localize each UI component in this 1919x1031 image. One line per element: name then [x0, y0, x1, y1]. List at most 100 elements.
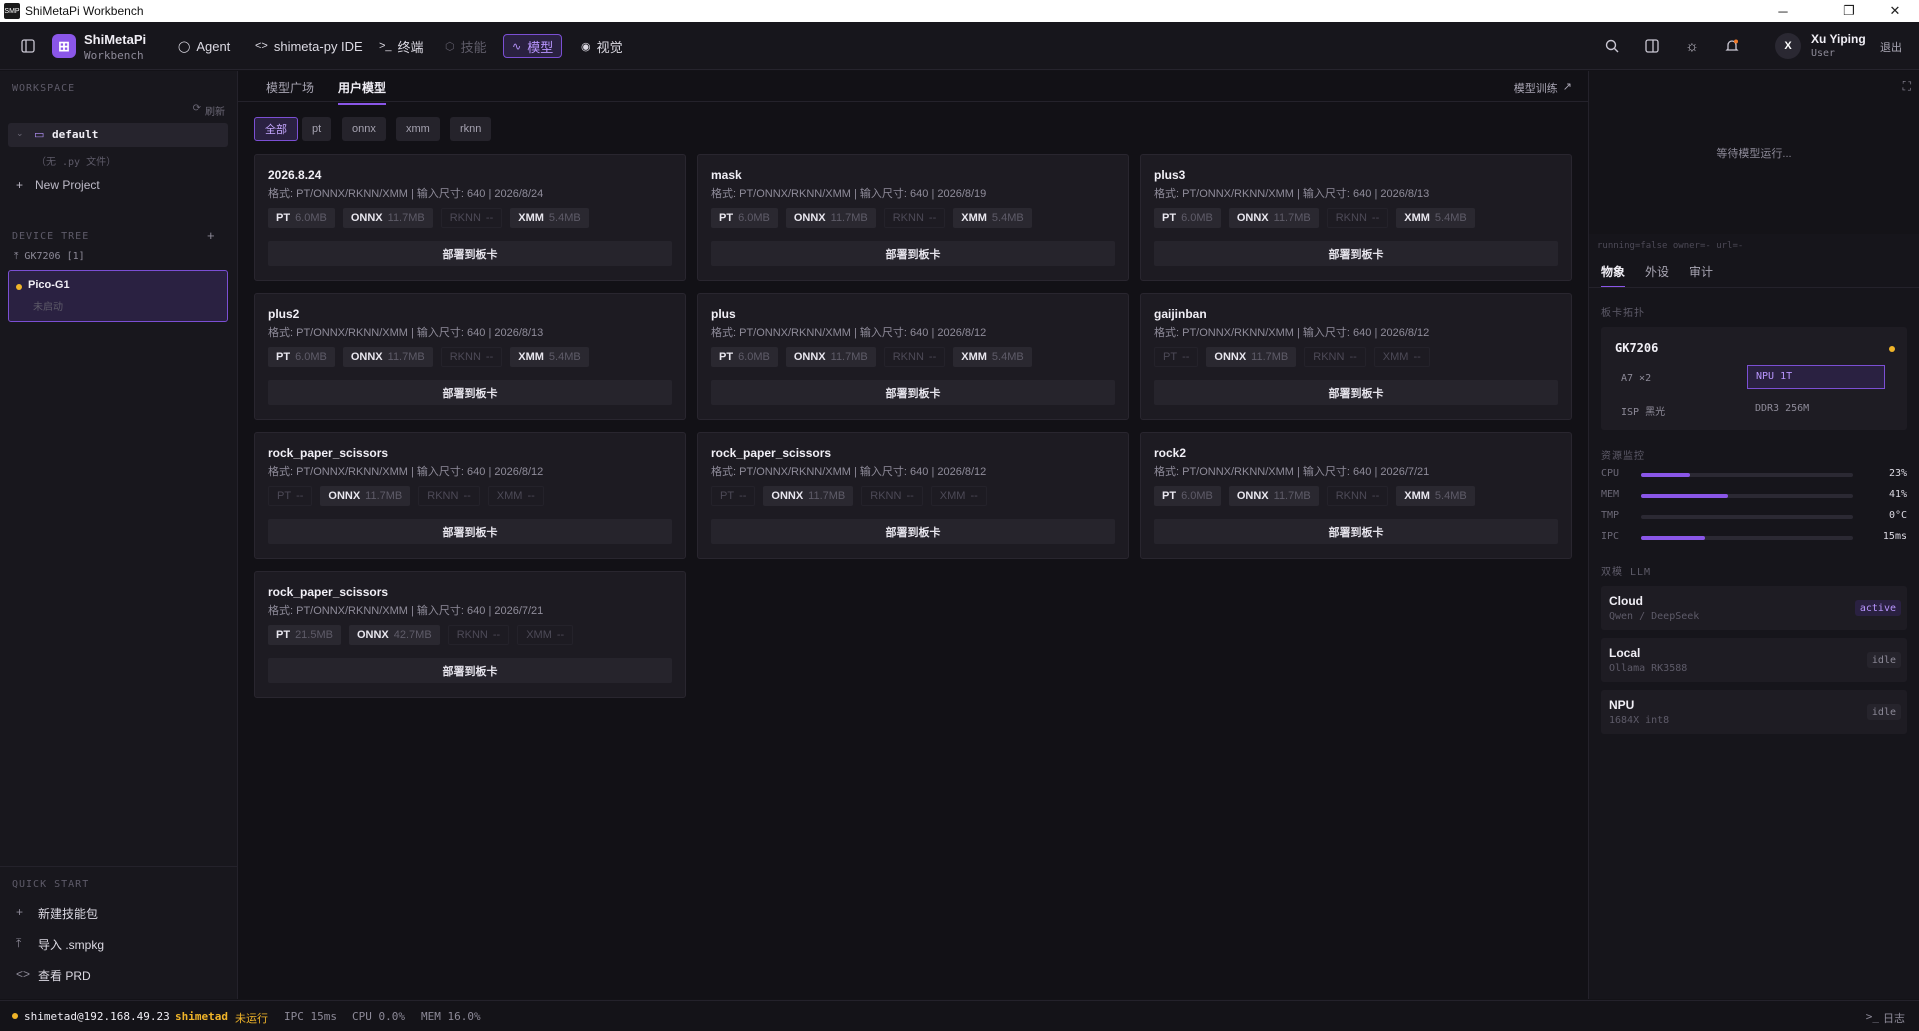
- deploy-to-board-button[interactable]: 部署到板卡: [268, 380, 672, 405]
- meter-label: TMP: [1601, 510, 1620, 521]
- format-badge-rknn: RKNN --: [861, 486, 923, 506]
- panel-toggle-icon[interactable]: [1640, 34, 1664, 58]
- format-size: --: [463, 490, 471, 502]
- notification-bell-icon[interactable]: [1720, 34, 1744, 58]
- llm-desc: Qwen / DeepSeek: [1609, 611, 1700, 622]
- device-name: Pico-G1: [28, 279, 70, 291]
- app-icon: SMP: [4, 3, 20, 19]
- import-smpkg-button[interactable]: ⤒ 导入 .smpkg: [16, 936, 104, 953]
- llm-status-badge: active: [1854, 600, 1901, 616]
- model-train-link[interactable]: 模型训练 ↗: [1514, 80, 1572, 96]
- meter-fill: [1641, 536, 1705, 540]
- activity-icon: ∿: [512, 40, 522, 53]
- nav-terminal[interactable]: >_ 终端: [371, 34, 432, 58]
- meter-ipc: IPC 15ms: [1601, 531, 1907, 545]
- dual-llm-title: 双模 LLM: [1601, 567, 1652, 578]
- deploy-to-board-button[interactable]: 部署到板卡: [268, 241, 672, 266]
- new-skill-package-button[interactable]: + 新建技能包: [16, 905, 98, 922]
- model-card: plus 格式: PT/ONNX/RKNN/XMM | 输入尺寸: 640 | 2…: [697, 293, 1129, 420]
- filter-xmm[interactable]: xmm: [396, 117, 440, 141]
- nav-ide[interactable]: <> shimeta-py IDE: [247, 34, 371, 58]
- refresh-button[interactable]: ⟳ 刷新: [193, 103, 225, 118]
- minimize-button[interactable]: ─: [1763, 0, 1803, 22]
- format-size: 5.4MB: [548, 351, 581, 363]
- deploy-to-board-button[interactable]: 部署到板卡: [1154, 380, 1558, 405]
- model-card: 2026.8.24 格式: PT/ONNX/RKNN/XMM | 输入尺寸: 64…: [254, 154, 686, 281]
- deploy-to-board-button[interactable]: 部署到板卡: [268, 519, 672, 544]
- format-size: --: [1413, 351, 1421, 363]
- search-icon[interactable]: [1600, 34, 1624, 58]
- device-parent-item[interactable]: ⤒ GK7206 [1]: [14, 251, 85, 262]
- deploy-to-board-button[interactable]: 部署到板卡: [1154, 519, 1558, 544]
- llm-card-cloud[interactable]: Cloud Qwen / DeepSeek active: [1601, 586, 1907, 630]
- format-name: RKNN: [892, 351, 924, 363]
- deploy-to-board-button[interactable]: 部署到板卡: [711, 241, 1115, 266]
- llm-card-local[interactable]: Local Ollama RK3588 idle: [1601, 638, 1907, 682]
- terminal-icon: >_: [1865, 1010, 1879, 1023]
- nav-agent[interactable]: ◯ Agent: [170, 34, 238, 58]
- spec-npu[interactable]: NPU 1T: [1747, 365, 1885, 389]
- format-size: --: [906, 490, 914, 502]
- avatar[interactable]: X: [1775, 33, 1801, 59]
- meter-label: CPU: [1601, 468, 1620, 479]
- model-card: rock_paper_scissors 格式: PT/ONNX/RKNN/XMM …: [697, 432, 1129, 559]
- tab-peripherals[interactable]: 外设: [1645, 263, 1669, 288]
- status-mem: MEM 16.0%: [421, 1010, 481, 1023]
- project-item-default[interactable]: ⌄ ▭ default: [8, 123, 228, 147]
- format-name: RKNN: [456, 629, 488, 641]
- format-list: PT 6.0MB ONNX 11.7MB RKNN -- XMM 5.4MB: [268, 208, 589, 228]
- meter-track: [1641, 494, 1853, 498]
- format-size: 11.7MB: [387, 212, 425, 224]
- format-size: 5.4MB: [1434, 212, 1467, 224]
- format-name: ONNX: [1214, 351, 1247, 363]
- fullscreen-icon[interactable]: ⛶: [1903, 79, 1911, 94]
- format-badge-pt: PT 6.0MB: [711, 208, 778, 228]
- nav-label: shimeta-py IDE: [273, 38, 363, 54]
- right-panel: 等待模型运行... ⛶ running=false owner=- url=- …: [1588, 71, 1919, 999]
- sidebar-toggle-icon[interactable]: [16, 34, 40, 58]
- meter-mem: MEM 41%: [1601, 489, 1907, 503]
- filter-onnx[interactable]: onnx: [342, 117, 386, 141]
- new-project-button[interactable]: + New Project: [16, 178, 100, 192]
- tab-objects[interactable]: 物象: [1601, 263, 1626, 288]
- external-link-icon: ↗: [1562, 81, 1572, 93]
- resource-monitor-title: 资源监控: [1601, 451, 1645, 462]
- view-prd-button[interactable]: <> 查看 PRD: [16, 967, 91, 984]
- device-item-pico-g1[interactable]: Pico-G1 未启动: [8, 270, 228, 322]
- sidebar: WORKSPACE ⟳ 刷新 ⌄ ▭ default （无 .py 文件） + Ne…: [0, 71, 238, 999]
- log-button[interactable]: >_ 日志: [1866, 1010, 1905, 1026]
- add-device-button[interactable]: +: [207, 228, 215, 243]
- deploy-to-board-button[interactable]: 部署到板卡: [711, 519, 1115, 544]
- format-name: XMM: [1382, 351, 1409, 363]
- format-name: ONNX: [350, 212, 383, 224]
- close-window-button[interactable]: ✕: [1875, 0, 1915, 22]
- format-list: PT 6.0MB ONNX 11.7MB RKNN -- XMM 5.4MB: [268, 347, 589, 367]
- tab-audit[interactable]: 审计: [1689, 263, 1713, 288]
- format-badge-xmm: XMM 5.4MB: [953, 208, 1032, 228]
- maximize-button[interactable]: ❐: [1829, 0, 1869, 22]
- deploy-to-board-button[interactable]: 部署到板卡: [711, 380, 1115, 405]
- deploy-to-board-button[interactable]: 部署到板卡: [1154, 241, 1558, 266]
- format-name: XMM: [1404, 212, 1430, 224]
- filter-pt[interactable]: pt: [302, 117, 332, 141]
- format-size: --: [739, 490, 747, 502]
- logout-button[interactable]: 退出: [1880, 39, 1902, 55]
- filter-all[interactable]: 全部: [254, 117, 298, 141]
- format-name: RKNN: [449, 212, 481, 224]
- model-meta: 格式: PT/ONNX/RKNN/XMM | 输入尺寸: 640 | 2026/…: [711, 466, 987, 478]
- nav-skills[interactable]: ⬡ 技能: [437, 34, 495, 58]
- format-size: 6.0MB: [738, 351, 770, 363]
- nav-models[interactable]: ∿ 模型: [503, 34, 563, 58]
- format-badge-pt: PT 6.0MB: [1154, 486, 1221, 506]
- llm-card-npu[interactable]: NPU 1684X int8 idle: [1601, 690, 1907, 734]
- model-name: rock2: [1154, 446, 1187, 460]
- format-name: XMM: [496, 490, 523, 502]
- deploy-to-board-button[interactable]: 部署到板卡: [268, 658, 672, 683]
- device-status-dot: [16, 284, 22, 290]
- import-icon: ⤒: [16, 936, 22, 950]
- format-badge-onnx: ONNX 11.7MB: [763, 486, 854, 506]
- nav-vision[interactable]: ◉ 视觉: [573, 34, 631, 58]
- format-name: ONNX: [1236, 212, 1269, 224]
- filter-rknn[interactable]: rknn: [450, 117, 492, 141]
- theme-toggle-icon[interactable]: ☼: [1680, 34, 1704, 58]
